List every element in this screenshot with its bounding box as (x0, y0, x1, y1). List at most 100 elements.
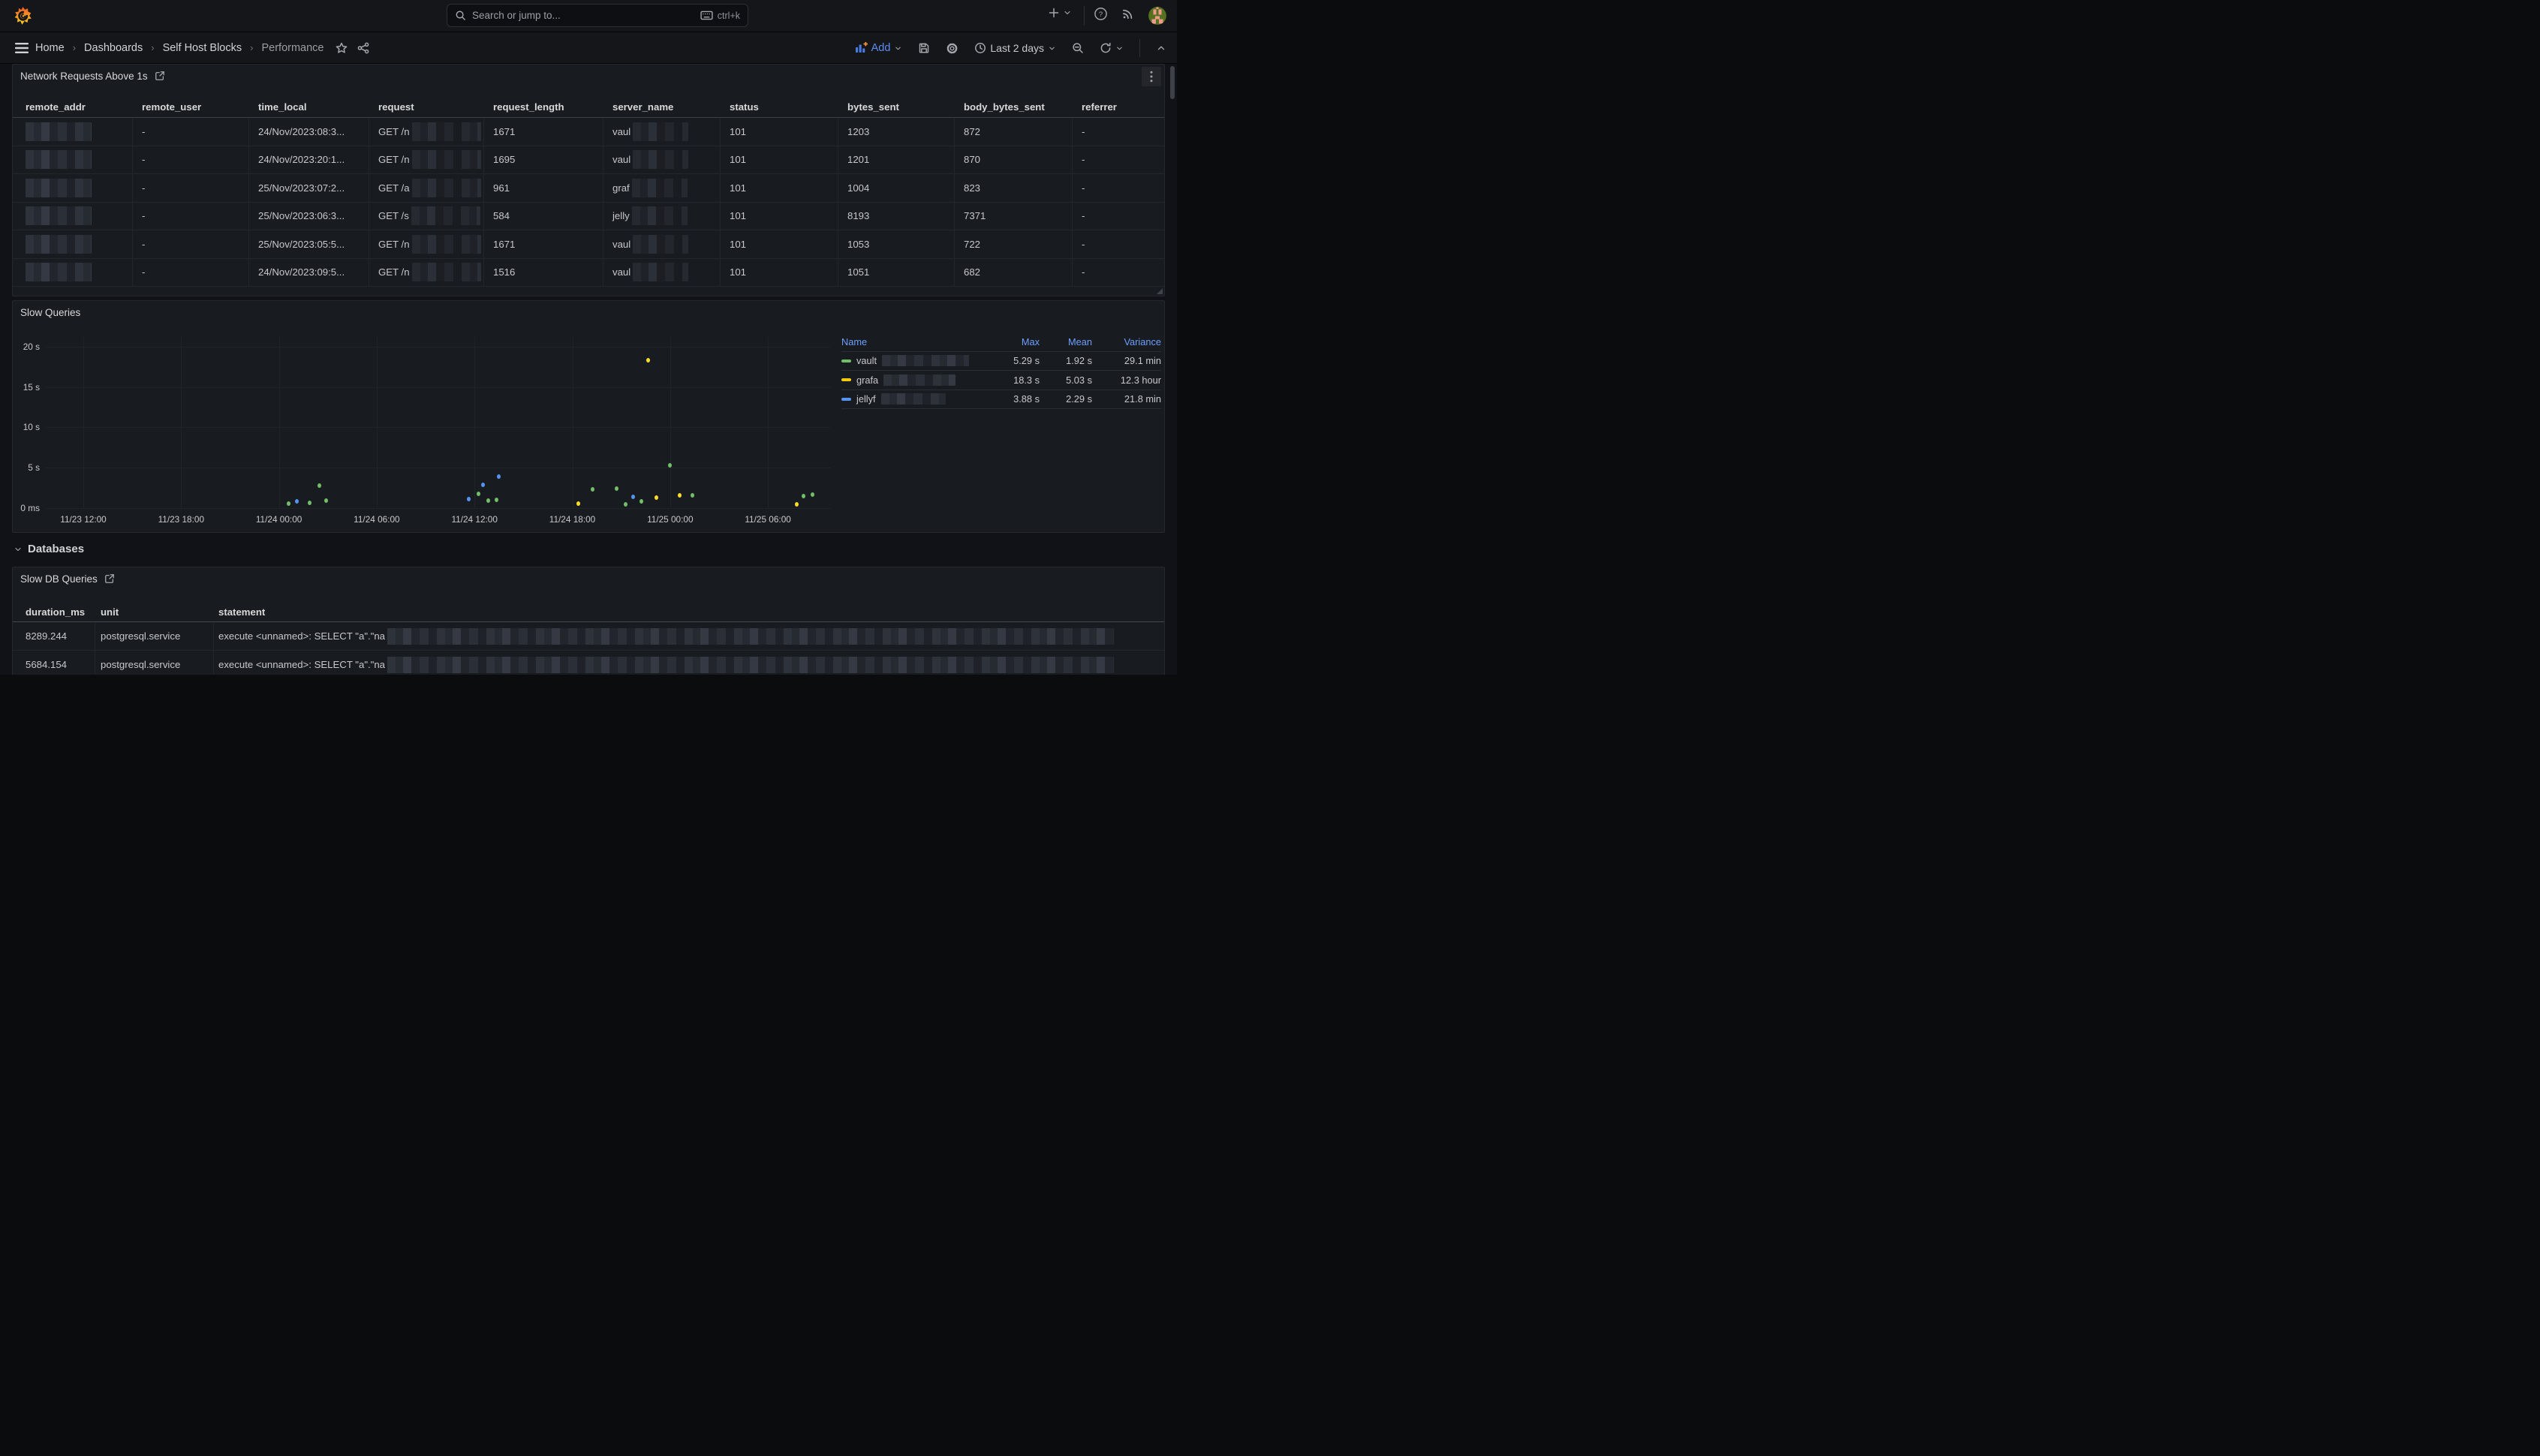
save-dashboard-button[interactable] (918, 42, 930, 54)
cell-server_name: vaul (612, 146, 688, 174)
scatter-point-vault[interactable] (495, 498, 498, 502)
grafana-logo[interactable] (13, 5, 33, 26)
redacted-value (632, 179, 688, 197)
cell-body_bytes_sent: 682 (964, 259, 980, 287)
search-input[interactable]: Search or jump to... ctrl+k (447, 4, 748, 27)
panel-resize-handle[interactable] (1157, 288, 1163, 294)
slow-db-queries-table: duration_ms unit statement 8289.244postgres… (13, 567, 1164, 675)
scatter-point-vault[interactable] (591, 487, 594, 492)
scatter-point-grafa[interactable] (655, 495, 658, 500)
legend-header-mean[interactable]: Mean (1040, 336, 1092, 347)
scatter-point-vault[interactable] (287, 501, 290, 506)
scatter-point-vault[interactable] (640, 499, 643, 504)
scatter-point-vault[interactable] (486, 498, 490, 503)
scatter-point-jellyf[interactable] (467, 497, 471, 501)
redacted-value (387, 657, 1114, 673)
table-row[interactable]: -25/Nov/2023:07:2...GET /a961graf1011004… (13, 174, 1164, 203)
share-button[interactable] (357, 42, 369, 54)
scatter-point-vault[interactable] (624, 502, 627, 507)
legend-variance-value: 21.8 min (1092, 393, 1161, 405)
divider (1084, 6, 1085, 26)
column-header-duration_ms[interactable]: duration_ms (26, 606, 85, 618)
breadcrumb-folder[interactable]: Self Host Blocks (163, 42, 242, 54)
scatter-point-grafa[interactable] (795, 502, 799, 507)
column-header-remote_addr[interactable]: remote_addr (26, 101, 86, 113)
legend-series-toggle[interactable]: vault (841, 355, 992, 366)
column-header-body_bytes_sent[interactable]: body_bytes_sent (964, 101, 1045, 113)
redacted-value (26, 235, 92, 254)
time-range-picker[interactable]: Last 2 days (974, 42, 1056, 54)
cell-remote_addr (26, 146, 92, 174)
cell-text: jelly (612, 210, 630, 221)
help-button[interactable]: ? (1094, 7, 1108, 21)
scatter-point-vault[interactable] (691, 493, 694, 498)
rss-icon (1121, 7, 1135, 20)
table-row[interactable]: -25/Nov/2023:05:5...GET /n1671vaul101105… (13, 230, 1164, 259)
column-header-referrer[interactable]: referrer (1082, 101, 1117, 113)
table-row[interactable]: -25/Nov/2023:06:3...GET /s584jelly101819… (13, 203, 1164, 231)
favorite-button[interactable] (336, 42, 348, 54)
legend-header-variance[interactable]: Variance (1092, 336, 1161, 347)
column-header-unit[interactable]: unit (101, 606, 119, 618)
add-panel-button[interactable]: Add (855, 42, 903, 54)
scatter-point-jellyf[interactable] (481, 483, 485, 487)
scatter-point-vault[interactable] (318, 483, 321, 488)
legend-series-toggle[interactable]: jellyf (841, 393, 992, 405)
table-row[interactable]: -24/Nov/2023:09:5...GET /n1516vaul101105… (13, 259, 1164, 287)
gridline-horizontal (46, 387, 830, 388)
mega-menu-toggle[interactable] (15, 43, 29, 53)
new-dropdown-button[interactable] (1048, 7, 1072, 19)
scatter-point-vault[interactable] (802, 494, 805, 498)
scatter-point-vault[interactable] (668, 463, 672, 468)
scatter-point-grafa[interactable] (576, 501, 580, 506)
zoom-out-icon (1072, 42, 1084, 54)
table-row[interactable]: -24/Nov/2023:20:1...GET /n1695vaul101120… (13, 146, 1164, 175)
column-header-status[interactable]: status (730, 101, 759, 113)
column-header-request_length[interactable]: request_length (493, 101, 564, 113)
row-databases-toggle[interactable]: Databases (14, 543, 84, 555)
table-row[interactable]: 5684.154postgresql.serviceexecute <unnam… (13, 651, 1164, 675)
scatter-point-jellyf[interactable] (497, 474, 501, 479)
scatter-point-grafa[interactable] (646, 358, 650, 362)
cell-body_bytes_sent: 722 (964, 230, 980, 258)
scatter-point-vault[interactable] (324, 498, 328, 503)
refresh-button[interactable] (1100, 42, 1124, 54)
redacted-value (633, 263, 688, 281)
legend-series-toggle[interactable]: grafa (841, 375, 992, 386)
table-row[interactable]: 8289.244postgresql.serviceexecute <unnam… (13, 622, 1164, 651)
column-header-time_local[interactable]: time_local (258, 101, 307, 113)
scatter-point-grafa[interactable] (678, 493, 682, 498)
scatter-point-vault[interactable] (477, 492, 480, 496)
column-header-bytes_sent[interactable]: bytes_sent (847, 101, 899, 113)
breadcrumb-home[interactable]: Home (35, 42, 65, 54)
scrollbar-thumb[interactable] (1170, 66, 1175, 99)
collapse-toolbar-button[interactable] (1156, 43, 1166, 53)
redacted-value (26, 206, 92, 225)
y-tick-label: 15 s (13, 382, 40, 393)
chevron-down-icon (1048, 44, 1056, 53)
zoom-out-time-button[interactable] (1072, 42, 1084, 54)
scatter-point-vault[interactable] (811, 492, 814, 497)
news-button[interactable] (1121, 7, 1135, 20)
column-header-request[interactable]: request (378, 101, 414, 113)
save-icon (918, 42, 930, 54)
dashboard-settings-button[interactable] (946, 42, 959, 55)
redacted-value (633, 235, 688, 254)
scatter-point-jellyf[interactable] (295, 499, 299, 504)
scatter-point-vault[interactable] (615, 486, 618, 491)
legend-variance-value: 29.1 min (1092, 355, 1161, 366)
table-row[interactable]: -24/Nov/2023:08:3...GET /n1671vaul101120… (13, 118, 1164, 146)
column-header-server_name[interactable]: server_name (612, 101, 673, 113)
cell-server_name: vaul (612, 230, 688, 258)
column-header-statement[interactable]: statement (218, 606, 265, 618)
column-header-remote_user[interactable]: remote_user (142, 101, 201, 113)
redacted-value (633, 150, 688, 169)
cell-body_bytes_sent: 870 (964, 146, 980, 174)
breadcrumb-dashboards[interactable]: Dashboards (84, 42, 143, 54)
user-avatar[interactable] (1148, 7, 1166, 25)
scatter-point-vault[interactable] (308, 501, 311, 505)
legend-header-max[interactable]: Max (992, 336, 1040, 347)
redacted-value (632, 206, 688, 225)
scatter-point-jellyf[interactable] (631, 495, 635, 499)
legend-header-name[interactable]: Name (841, 336, 992, 347)
